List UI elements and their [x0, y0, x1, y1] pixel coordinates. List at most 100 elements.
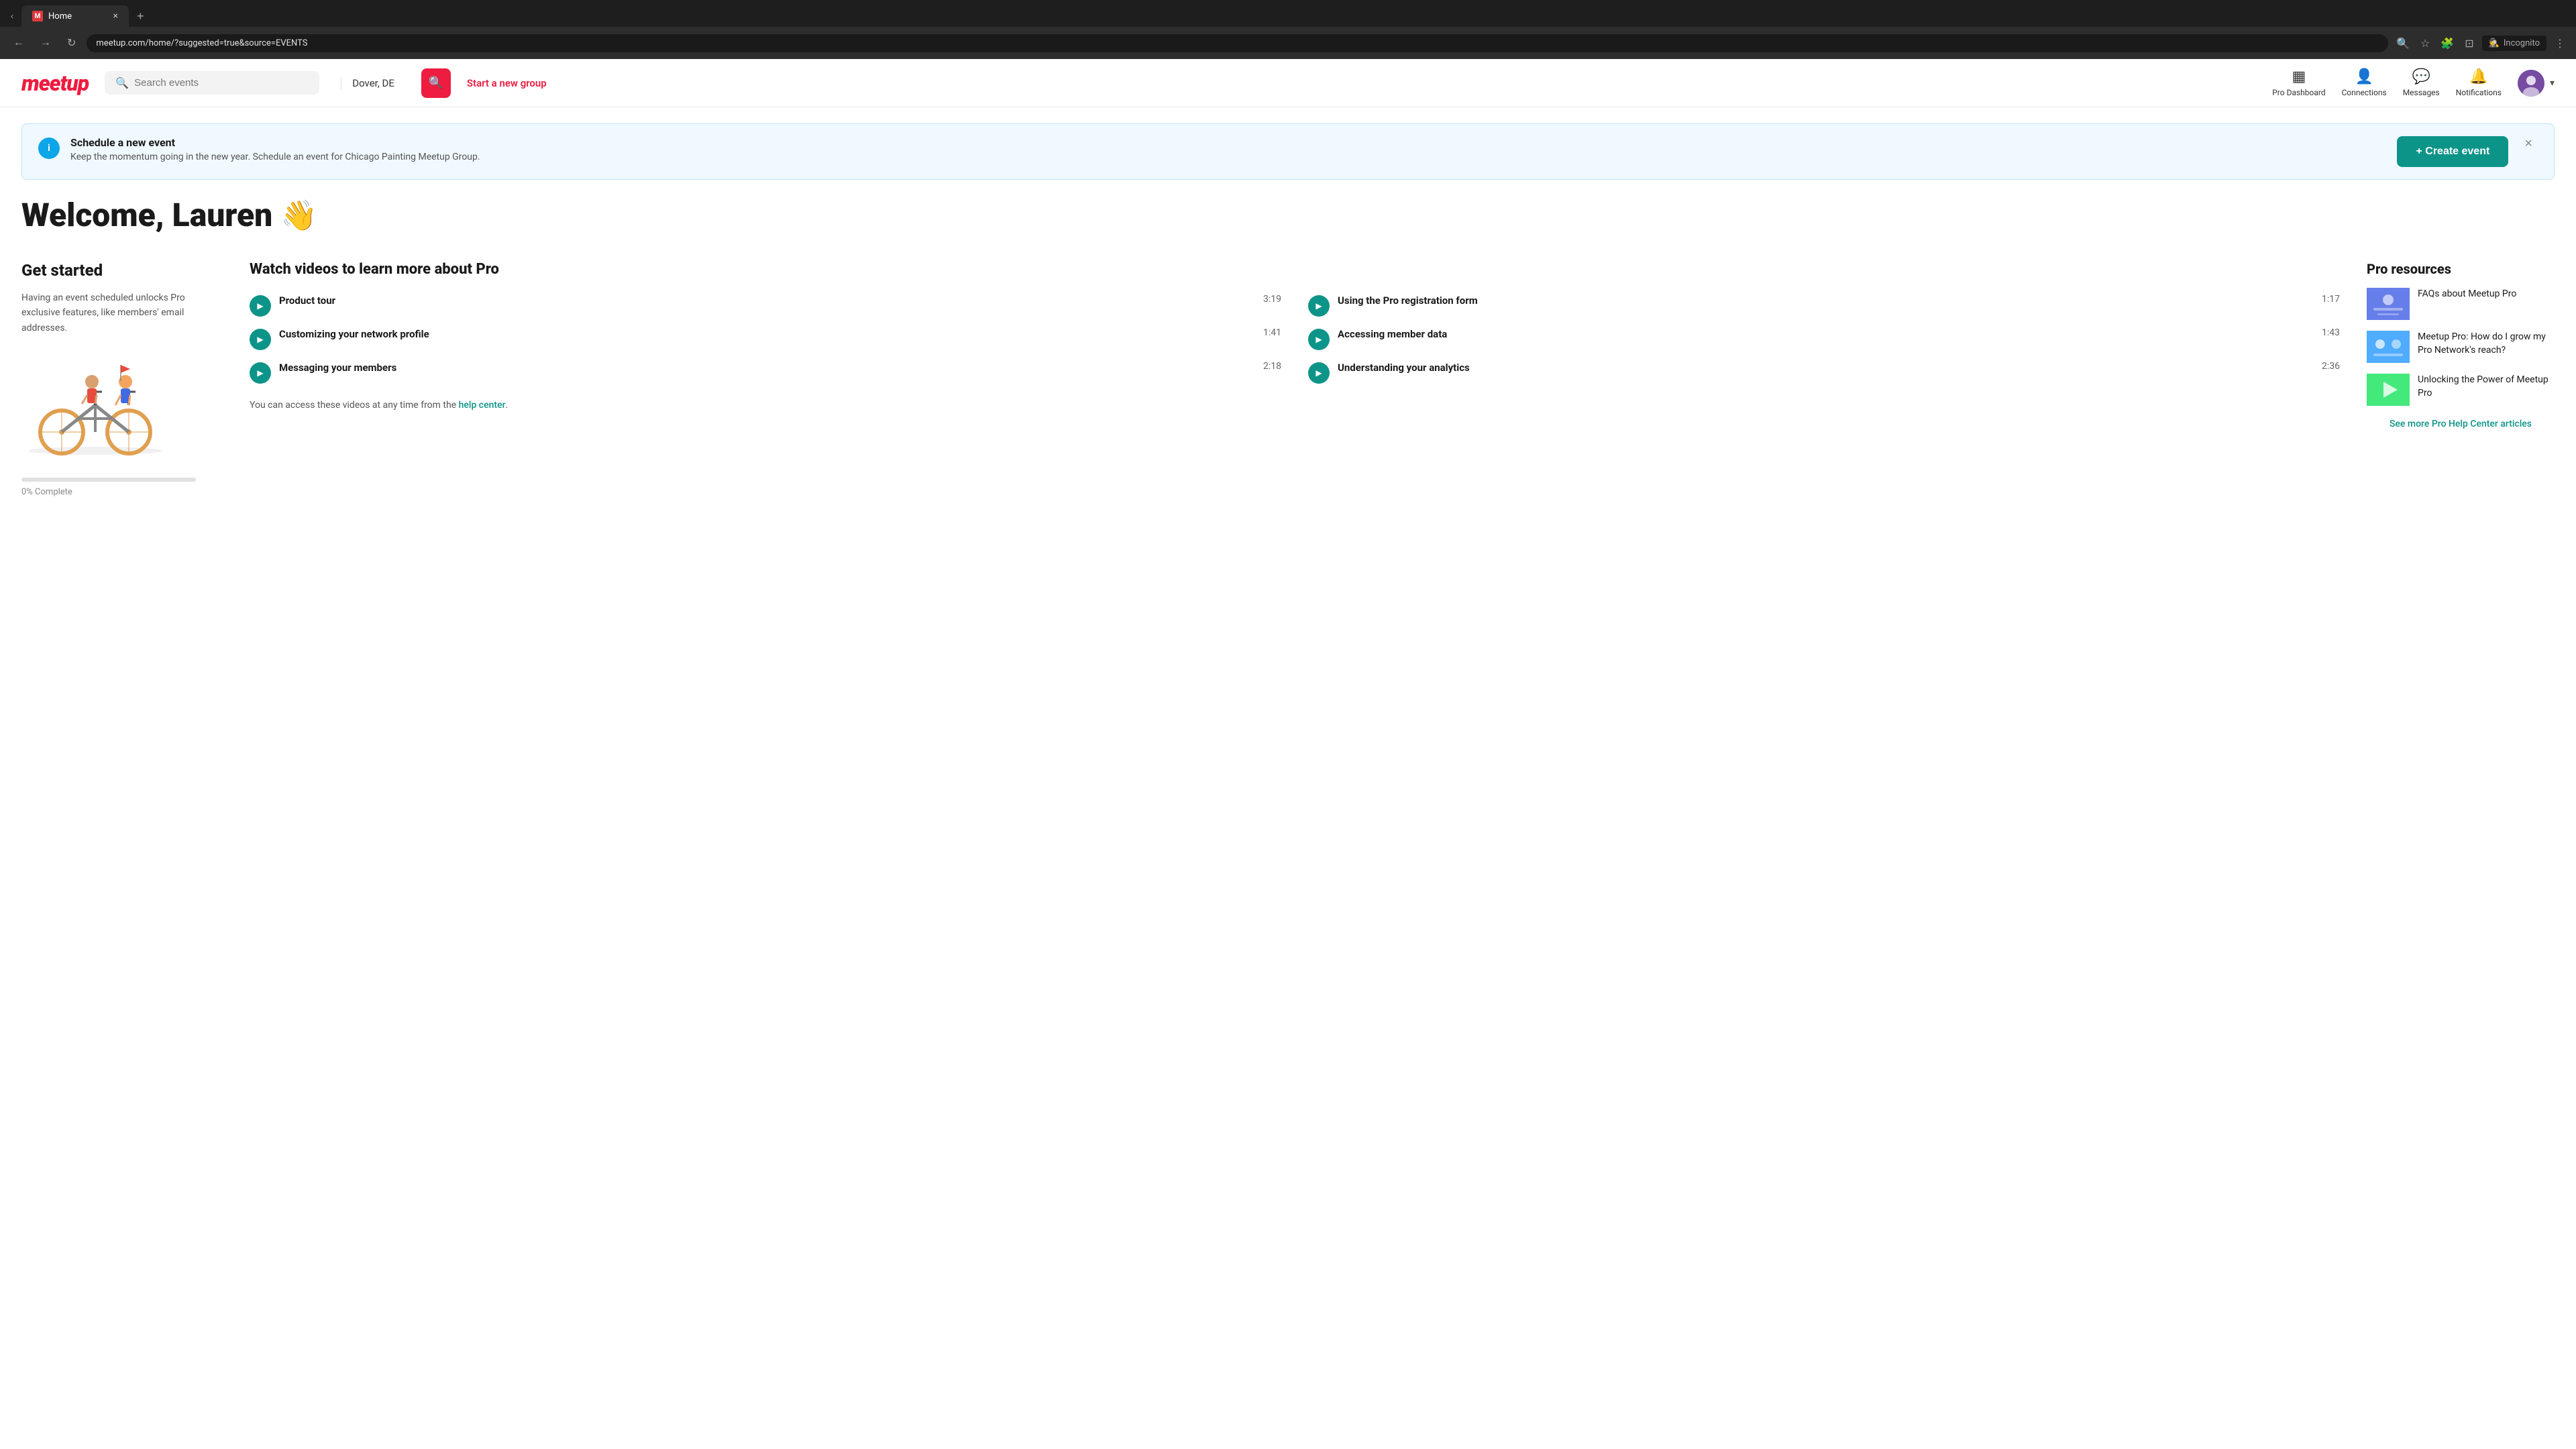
banner-close-button[interactable]: ×: [2519, 136, 2538, 152]
video-item-inner-3: Customizing your network profile 1:41: [279, 327, 1281, 341]
create-event-button[interactable]: + Create event: [2397, 136, 2508, 167]
videos-grid: ▶ Product tour 3:19 ▶ Using the Pro regi…: [250, 294, 2340, 384]
video-item-inner-6: Understanding your analytics 2:36: [1338, 361, 2340, 375]
videos-section: Watch videos to learn more about Pro ▶ P…: [250, 261, 2340, 497]
video-item-inner-1: Product tour 3:19: [279, 294, 1281, 308]
pro-resources-section: Pro resources FAQs about Meetup Pro: [2367, 261, 2555, 497]
video-duration-6: 2:36: [2322, 361, 2340, 372]
url-text: meetup.com/home/?suggested=true&source=E…: [96, 38, 2379, 48]
resource-thumb-2: [2367, 331, 2410, 363]
bike-illustration: [21, 352, 223, 462]
video-title-5: Messaging your members: [279, 361, 396, 375]
nav-pro-dashboard[interactable]: ▦ Pro Dashboard: [2272, 68, 2325, 97]
user-avatar: [2518, 70, 2544, 97]
play-button-3[interactable]: ▶: [250, 329, 271, 350]
video-title-1: Product tour: [279, 294, 335, 308]
extensions-icon[interactable]: 🧩: [2438, 34, 2457, 52]
search-button[interactable]: 🔍: [421, 68, 451, 98]
meetup-logo[interactable]: meetup: [21, 70, 89, 96]
bookmark-icon[interactable]: ☆: [2418, 34, 2432, 52]
incognito-badge: 🕵 Incognito: [2482, 36, 2546, 51]
active-browser-tab[interactable]: M Home ×: [21, 5, 129, 27]
welcome-heading: Welcome, Lauren 👋: [21, 196, 2555, 234]
nav-messages[interactable]: 💬 Messages: [2403, 68, 2440, 97]
resource-title-2: Meetup Pro: How do I grow my Pro Network…: [2418, 331, 2555, 357]
play-button-1[interactable]: ▶: [250, 295, 271, 317]
video-title-3: Customizing your network profile: [279, 327, 429, 341]
banner-description: Keep the momentum going in the new year.…: [70, 152, 2386, 162]
browser-tab-bar: ‹ M Home × +: [0, 0, 2576, 27]
help-center-text: You can access these videos at any time …: [250, 400, 2340, 411]
play-button-5[interactable]: ▶: [250, 362, 271, 384]
play-button-2[interactable]: ▶: [1308, 295, 1330, 317]
avatar-chevron-icon: ▾: [2550, 78, 2555, 89]
content-grid: Get started Having an event scheduled un…: [21, 261, 2555, 497]
video-item-4: ▶ Accessing member data 1:43: [1308, 327, 2340, 350]
address-bar[interactable]: meetup.com/home/?suggested=true&source=E…: [87, 34, 2388, 52]
location-display[interactable]: Dover, DE: [341, 77, 405, 89]
progress-bar: [21, 478, 196, 482]
incognito-label: Incognito: [2504, 38, 2540, 48]
pro-dashboard-label: Pro Dashboard: [2272, 88, 2325, 97]
resource-title-3: Unlocking the Power of Meetup Pro: [2418, 374, 2555, 400]
welcome-text: Welcome, Lauren: [21, 196, 272, 234]
banner-title: Schedule a new event: [70, 136, 2386, 149]
nav-notifications[interactable]: 🔔 Notifications: [2456, 68, 2502, 97]
resource-item-2[interactable]: Meetup Pro: How do I grow my Pro Network…: [2367, 331, 2555, 363]
video-item-inner-4: Accessing member data 1:43: [1338, 327, 2340, 341]
video-title-4: Accessing member data: [1338, 327, 1447, 341]
video-item-inner-5: Messaging your members 2:18: [279, 361, 1281, 375]
browser-menu-icon[interactable]: ⋮: [2552, 34, 2568, 52]
video-title-2: Using the Pro registration form: [1338, 294, 1478, 308]
banner-info-icon: i: [38, 138, 60, 159]
messages-icon: 💬: [2412, 68, 2430, 85]
main-content: Welcome, Lauren 👋 Get started Having an …: [0, 196, 2576, 524]
start-group-link[interactable]: Start a new group: [467, 77, 547, 89]
browser-search-icon[interactable]: 🔍: [2394, 34, 2412, 52]
header-nav: ▦ Pro Dashboard 👤 Connections 💬 Messages…: [2272, 68, 2555, 97]
play-button-4[interactable]: ▶: [1308, 329, 1330, 350]
play-button-6[interactable]: ▶: [1308, 362, 1330, 384]
video-duration-4: 1:43: [2322, 327, 2340, 338]
dashboard-icon: ▦: [2292, 68, 2306, 85]
browser-chrome: ‹ M Home × + ← → ↻ meetup.com/home/?sugg…: [0, 0, 2576, 59]
connections-icon: 👤: [2355, 68, 2373, 85]
pro-resources-title: Pro resources: [2367, 261, 2555, 277]
refresh-button[interactable]: ↻: [62, 32, 81, 54]
notifications-label: Notifications: [2456, 88, 2502, 97]
video-item-6: ▶ Understanding your analytics 2:36: [1308, 361, 2340, 384]
messages-label: Messages: [2403, 88, 2440, 97]
incognito-icon: 🕵: [2489, 38, 2500, 48]
tab-prev-arrow[interactable]: ‹: [5, 9, 19, 23]
avatar-button[interactable]: ▾: [2518, 70, 2555, 97]
forward-button[interactable]: →: [35, 33, 56, 53]
resource-thumb-3: [2367, 374, 2410, 406]
back-button[interactable]: ←: [8, 33, 30, 53]
search-bar[interactable]: 🔍: [105, 71, 319, 95]
resource-item-1[interactable]: FAQs about Meetup Pro: [2367, 288, 2555, 320]
resource-item-3[interactable]: Unlocking the Power of Meetup Pro: [2367, 374, 2555, 406]
notifications-icon: 🔔: [2469, 68, 2487, 85]
tab-favicon: M: [32, 11, 43, 21]
video-duration-2: 1:17: [2322, 294, 2340, 305]
progress-label: 0% Complete: [21, 487, 223, 497]
video-duration-5: 2:18: [1263, 361, 1281, 372]
site-header: meetup 🔍 Dover, DE 🔍 Start a new group ▦…: [0, 59, 2576, 107]
search-input[interactable]: [134, 77, 268, 89]
help-center-link[interactable]: help center: [459, 400, 506, 411]
progress-bar-container: 0% Complete: [21, 478, 223, 497]
search-btn-icon: 🔍: [429, 76, 443, 90]
browser-toolbar: ← → ↻ meetup.com/home/?suggested=true&so…: [0, 27, 2576, 59]
new-tab-button[interactable]: +: [131, 7, 150, 26]
get-started-desc: Having an event scheduled unlocks Pro ex…: [21, 290, 223, 335]
resource-title-1: FAQs about Meetup Pro: [2418, 288, 2516, 301]
close-tab-button[interactable]: ×: [113, 11, 118, 21]
search-icon: 🔍: [115, 76, 129, 89]
nav-connections[interactable]: 👤 Connections: [2342, 68, 2387, 97]
profile-switch-icon[interactable]: ⊡: [2462, 34, 2476, 52]
see-more-link[interactable]: See more Pro Help Center articles: [2367, 417, 2555, 431]
wave-emoji: 👋: [280, 198, 317, 233]
videos-heading: Watch videos to learn more about Pro: [250, 261, 2340, 278]
meetup-site: meetup 🔍 Dover, DE 🔍 Start a new group ▦…: [0, 59, 2576, 1441]
video-title-6: Understanding your analytics: [1338, 361, 1470, 375]
